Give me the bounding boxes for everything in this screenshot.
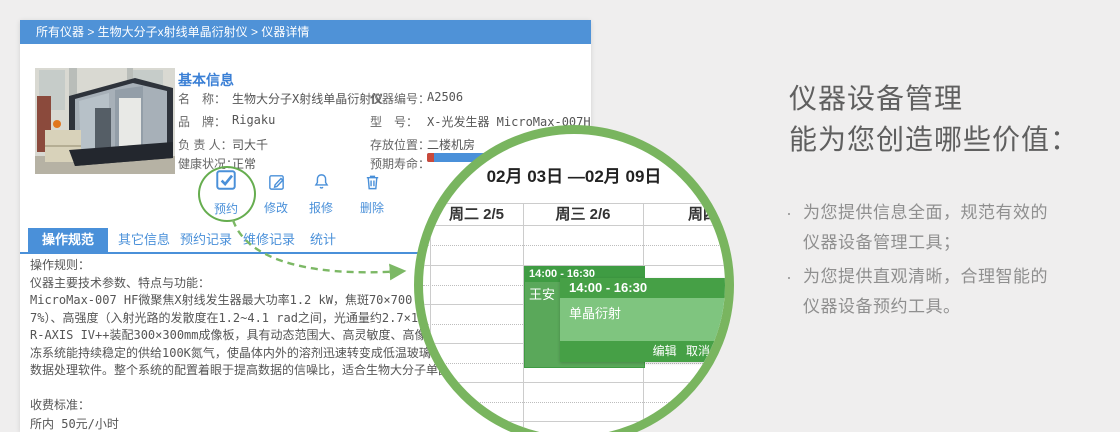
marketing-heading-line1: 仪器设备管理	[789, 83, 964, 114]
field-label-lifespan: 预期寿命：	[370, 157, 431, 171]
field-label-name: 名 称：	[178, 92, 227, 106]
pricing-line: 所内 50元/小时	[30, 416, 119, 431]
pricing-text: 收费标准： 所内 50元/小时 所外100元/小时	[30, 396, 119, 432]
grid-line	[423, 245, 725, 246]
trash-icon	[363, 175, 382, 195]
marketing-bullets: · 为您提供信息全面，规范有效的仪器设备管理工具； · 为您提供直观清晰，合理智…	[786, 198, 1116, 326]
marketing-heading-line2: 能为您创造哪些价值：	[789, 124, 1080, 155]
page: 所有仪器 > 生物大分子x射线单晶衍射仪 > 仪器详情 基本信息 名 称： 生物…	[0, 0, 1120, 432]
popup-title: 单晶衍射	[560, 298, 725, 341]
checkbox-icon	[214, 170, 238, 196]
grid-line	[423, 225, 725, 226]
calendar-magnifier: 02月 03日 —02月 09日 周二 2/5 周三 2/6 周四 14:00 …	[414, 125, 734, 432]
bell-icon	[312, 174, 331, 195]
pricing-line: 收费标准：	[30, 398, 91, 412]
bullet-dot: ·	[786, 267, 792, 287]
bullet-text: 为您提供直观清晰，合理智能的仪器设备预约工具。	[803, 267, 1048, 316]
popup-time: 14:00 - 16:30	[560, 278, 725, 298]
field-label-model: 型 号：	[370, 115, 419, 129]
grid-line	[430, 203, 431, 432]
field-label-manager: 负 责 人：	[178, 138, 233, 152]
tab-operation-spec[interactable]: 操作规范	[28, 228, 108, 252]
bullet-dot: ·	[786, 203, 792, 223]
calendar-col-thursday: 周四	[687, 206, 718, 223]
popup-cancel-button[interactable]: 取消	[686, 344, 710, 358]
marketing-heading: 仪器设备管理 能为您创造哪些价值：	[789, 78, 1079, 160]
event-popup: 14:00 - 16:30 单晶衍射 编辑 取消	[560, 278, 725, 362]
field-label-location: 存放位置：	[370, 138, 431, 152]
field-label-brand: 品 牌：	[178, 115, 227, 129]
field-value-name: 生物大分子X射线单晶衍射仪	[232, 92, 384, 106]
equipment-photo	[35, 68, 175, 174]
dashed-arrow	[231, 219, 407, 281]
popup-footer: 编辑 取消	[560, 341, 725, 362]
grid-line	[423, 382, 725, 383]
field-label-code: 仪器编号：	[370, 92, 431, 106]
grid-line	[423, 421, 725, 422]
marketing-bullet: · 为您提供直观清晰，合理智能的仪器设备预约工具。	[786, 262, 1116, 322]
breadcrumb[interactable]: 所有仪器 > 生物大分子x射线单晶衍射仪 > 仪器详情	[20, 20, 591, 44]
section-title-basic-info: 基本信息	[178, 72, 234, 88]
calendar-col-wednesday: 周三 2/6	[555, 206, 611, 223]
pencil-icon	[267, 175, 286, 195]
field-value-manager: 司大千	[232, 138, 269, 152]
bullet-text: 为您提供信息全面，规范有效的仪器设备管理工具；	[803, 203, 1048, 252]
grid-line	[423, 401, 725, 403]
field-value-brand: Rigaku	[232, 113, 276, 127]
calendar-col-tuesday: 周二 2/5	[448, 206, 505, 223]
grid-line	[423, 203, 725, 204]
marketing-bullet: · 为您提供信息全面，规范有效的仪器设备管理工具；	[786, 198, 1116, 258]
popup-edit-button[interactable]: 编辑	[653, 344, 677, 358]
field-value-code: A2506	[427, 90, 464, 104]
tab-other-info[interactable]: 其它信息	[118, 228, 170, 252]
